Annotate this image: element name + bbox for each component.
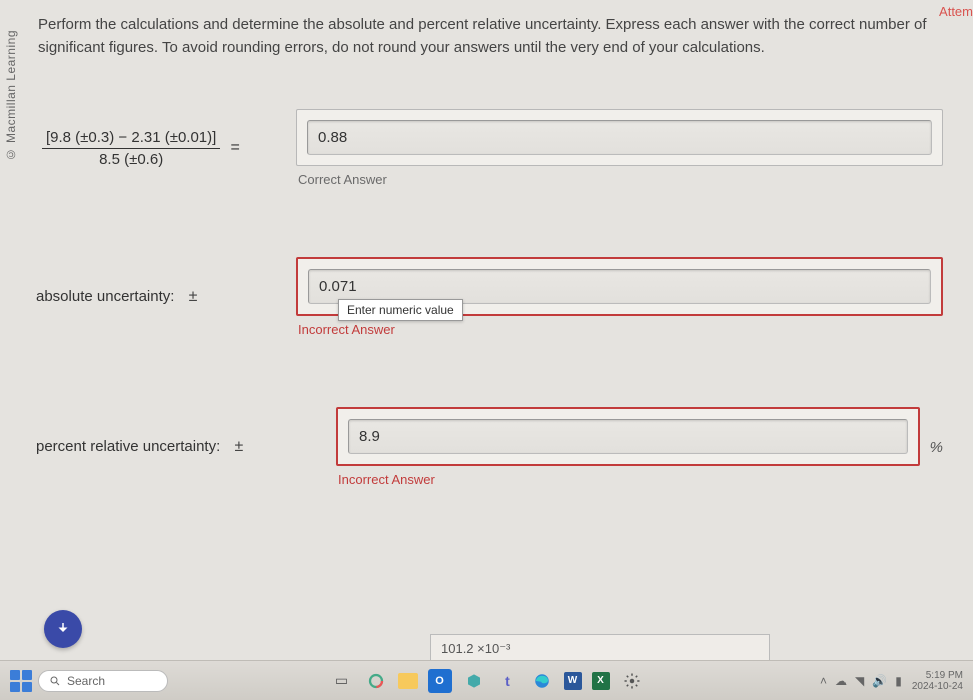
- chevron-up-icon[interactable]: ˄: [820, 674, 827, 688]
- copilot-icon[interactable]: [364, 669, 388, 693]
- excel-icon[interactable]: X: [592, 672, 610, 690]
- answer-wrap-result: Correct Answer: [296, 109, 943, 187]
- taskview-icon[interactable]: ▭: [330, 669, 354, 693]
- question-row-absolute: absolute uncertainty: ± Enter numeric va…: [36, 257, 943, 337]
- taskbar-center: ▭ O t W X: [330, 669, 644, 693]
- wifi-icon[interactable]: ◥: [855, 674, 864, 688]
- fraction-denominator: 8.5 (±0.6): [95, 149, 167, 168]
- feedback-incorrect-absolute: Incorrect Answer: [296, 322, 943, 337]
- arrow-down-icon: [54, 620, 72, 638]
- numeric-tooltip: Enter numeric value: [338, 299, 463, 321]
- battery-icon[interactable]: ▮: [895, 674, 902, 688]
- percent-unit: %: [930, 439, 943, 456]
- percent-uncertainty-label: percent relative uncertainty:: [36, 438, 220, 455]
- question-row-result: [9.8 (±0.3) − 2.31 (±0.01)] 8.5 (±0.6) =…: [36, 109, 943, 187]
- teams-icon[interactable]: t: [496, 669, 520, 693]
- taskbar-clock[interactable]: 5:19 PM 2024-10-24: [912, 670, 963, 692]
- system-tray[interactable]: ˄ ☁ ◥ 🔊 ▮: [820, 674, 902, 688]
- equals-sign: =: [230, 139, 239, 156]
- fraction: [9.8 (±0.3) − 2.31 (±0.01)] 8.5 (±0.6): [42, 129, 220, 168]
- clock-date: 2024-10-24: [912, 681, 963, 692]
- answer-box-result: [296, 109, 943, 166]
- windows-taskbar: Search ▭ O t W X ˄ ☁ ◥ 🔊 ▮ 5:19 PM: [0, 660, 973, 700]
- volume-icon[interactable]: 🔊: [872, 674, 887, 688]
- search-placeholder: Search: [67, 674, 105, 688]
- scroll-down-button[interactable]: [44, 610, 82, 648]
- word-icon[interactable]: W: [564, 672, 582, 690]
- feedback-incorrect-percent: Incorrect Answer: [336, 472, 920, 487]
- fraction-numerator: [9.8 (±0.3) − 2.31 (±0.01)]: [42, 129, 220, 149]
- clock-time: 5:19 PM: [912, 670, 963, 681]
- result-input[interactable]: [307, 120, 932, 155]
- copyright-vertical: © Macmillan Learning: [4, 30, 18, 161]
- percent-input[interactable]: [348, 419, 908, 454]
- answer-wrap-absolute: Enter numeric value Incorrect Answer: [296, 257, 943, 337]
- start-button[interactable]: [10, 670, 32, 692]
- edge-svg-icon: [533, 672, 551, 690]
- answer-box-percent: [336, 407, 920, 466]
- question-row-percent: percent relative uncertainty: ± Incorrec…: [36, 407, 943, 487]
- outlook-icon[interactable]: O: [428, 669, 452, 693]
- answer-wrap-percent: Incorrect Answer %: [336, 407, 943, 487]
- taskbar-right: ˄ ☁ ◥ 🔊 ▮ 5:19 PM 2024-10-24: [820, 670, 963, 692]
- percent-label-col: percent relative uncertainty: ±: [36, 438, 336, 456]
- explorer-icon[interactable]: [398, 673, 418, 689]
- taskbar-left: Search: [10, 670, 168, 692]
- attempt-label: Attem: [939, 4, 973, 19]
- main-content: Attem © Macmillan Learning Perform the c…: [0, 0, 973, 487]
- copilot-svg-icon: [367, 672, 385, 690]
- edge-icon[interactable]: [530, 669, 554, 693]
- onedrive-icon[interactable]: ☁: [835, 674, 847, 688]
- plus-minus-symbol: ±: [189, 288, 198, 305]
- absolute-uncertainty-label: absolute uncertainty:: [36, 288, 174, 305]
- feedback-correct: Correct Answer: [296, 172, 943, 187]
- settings-icon[interactable]: [620, 669, 644, 693]
- next-answer-peek: 101.2 ×10⁻³: [430, 634, 770, 660]
- hexagon-icon: [466, 673, 482, 689]
- app-icon-1[interactable]: [462, 669, 486, 693]
- instructions-text: Perform the calculations and determine t…: [36, 14, 943, 59]
- equation-label: [9.8 (±0.3) − 2.31 (±0.01)] 8.5 (±0.6) =: [36, 129, 296, 168]
- search-icon: [49, 675, 61, 687]
- plus-minus-symbol-2: ±: [234, 438, 243, 455]
- gear-icon: [623, 672, 641, 690]
- absolute-label-col: absolute uncertainty: ±: [36, 288, 296, 306]
- taskbar-search[interactable]: Search: [38, 670, 168, 692]
